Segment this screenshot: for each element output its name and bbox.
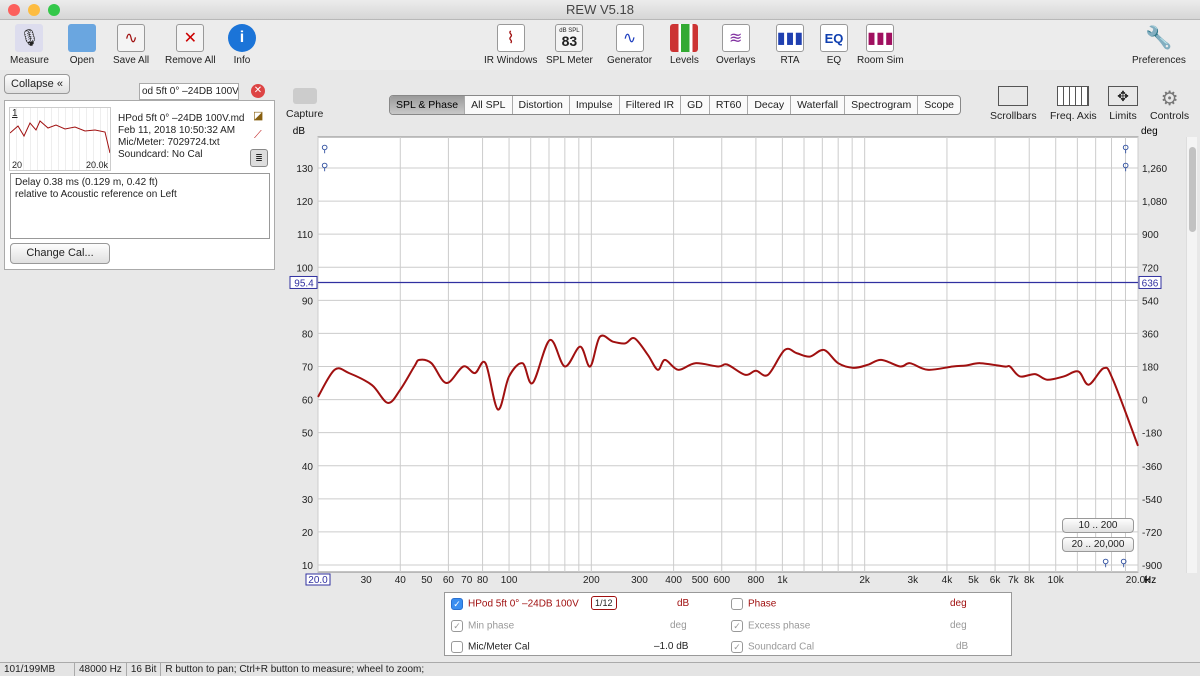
mic-cal-value: –1.0 dB xyxy=(654,641,689,652)
zoom-out-icon: ⚲ xyxy=(321,162,328,173)
trace-toggle[interactable]: ✓ HPod 5ft 0° –24DB 100V xyxy=(451,598,579,610)
smoothing-badge[interactable]: 1/12 xyxy=(591,596,617,610)
x-tick-label: 30 xyxy=(361,575,373,586)
y2-tick-label: -720 xyxy=(1142,528,1162,539)
y2-tick-label: -540 xyxy=(1142,495,1162,506)
y-axis-label: dB xyxy=(293,126,306,137)
status-bar: 101/199MB 48000 Hz 16 Bit R button to pa… xyxy=(0,662,1200,676)
y-tick-label: 50 xyxy=(302,429,314,440)
y2-tick-label: -900 xyxy=(1142,561,1162,572)
x-tick-label: 300 xyxy=(631,575,648,586)
y2-tick-label: 900 xyxy=(1142,230,1159,241)
x-tick-label: 5k xyxy=(968,575,980,586)
scrollbar-thumb[interactable] xyxy=(1189,147,1196,232)
zoom-in-icon: ⚲ xyxy=(1102,558,1109,569)
y-tick-label: 60 xyxy=(302,396,314,407)
y-tick-label: 10 xyxy=(302,561,314,572)
spl-phase-chart[interactable]: 10 -90020 -72030 -54040 -36050 -18060 070 18080… xyxy=(0,0,1200,600)
x-tick-label: 100 xyxy=(501,575,518,586)
x-tick-label: 7k xyxy=(1008,575,1020,586)
phase-label: Phase xyxy=(748,598,777,610)
y-tick-label: 80 xyxy=(302,329,314,340)
range-10-200-button[interactable]: 10 .. 200 xyxy=(1062,518,1134,533)
y2-tick-label: 1,260 xyxy=(1142,164,1167,175)
status-hint: R button to pan; Ctrl+R button to measur… xyxy=(165,664,425,675)
x-tick-label: 400 xyxy=(665,575,682,586)
trace-legend: ✓ HPod 5ft 0° –24DB 100V 1/12 dB Phase de… xyxy=(444,592,1012,656)
min-phase-label: Min phase xyxy=(468,620,515,632)
x-tick-label: 2k xyxy=(859,575,871,586)
x-tick-label: 4k xyxy=(942,575,954,586)
x-tick-label: 80 xyxy=(477,575,489,586)
y-tick-label: 70 xyxy=(302,363,314,374)
excess-phase-unit: deg xyxy=(950,620,967,631)
x-tick-label: 20.0 xyxy=(308,575,328,586)
x-tick-label: 600 xyxy=(713,575,730,586)
cursor-y-label: 95.4 xyxy=(294,278,314,289)
y2-tick-label: 540 xyxy=(1142,296,1159,307)
excess-phase-toggle[interactable]: ✓ Excess phase xyxy=(731,620,810,632)
y2-tick-label: 720 xyxy=(1142,263,1159,274)
x-tick-label: 60 xyxy=(443,575,455,586)
checkbox-unchecked[interactable] xyxy=(731,598,743,610)
y2-tick-label: 1,080 xyxy=(1142,197,1167,208)
min-phase-unit: deg xyxy=(670,620,687,631)
trace-unit: dB xyxy=(677,598,690,609)
sample-rate: 48000 Hz xyxy=(75,663,127,676)
checkbox-checked-disabled[interactable]: ✓ xyxy=(731,620,743,632)
x-tick-label: 500 xyxy=(692,575,709,586)
bit-depth: 16 Bit xyxy=(127,663,162,676)
x-tick-label: 800 xyxy=(748,575,765,586)
x-tick-label: 50 xyxy=(421,575,433,586)
checkbox-checked[interactable]: ✓ xyxy=(451,598,463,610)
phase-unit: deg xyxy=(950,598,967,609)
y-tick-label: 110 xyxy=(297,230,313,241)
checkbox-unchecked[interactable] xyxy=(451,641,463,653)
y2-axis-label: deg xyxy=(1141,126,1158,137)
zoom-in-icon: ⚲ xyxy=(321,144,328,155)
memory-usage: 101/199MB xyxy=(0,663,75,676)
x-tick-label: 6k xyxy=(990,575,1002,586)
vertical-scrollbar[interactable] xyxy=(1186,137,1197,573)
checkbox-checked-disabled[interactable]: ✓ xyxy=(731,641,743,653)
x-tick-label: 70 xyxy=(461,575,473,586)
soundcard-cal-unit: dB xyxy=(956,641,969,652)
min-phase-toggle[interactable]: ✓ Min phase xyxy=(451,620,514,632)
y-tick-label: 90 xyxy=(302,296,314,307)
mic-cal-label: Mic/Meter Cal xyxy=(468,641,530,653)
soundcard-cal-label: Soundcard Cal xyxy=(748,641,815,653)
x-tick-label: 10k xyxy=(1048,575,1065,586)
zoom-out-icon: ⚲ xyxy=(1120,558,1127,569)
cursor-y2-label: 636 xyxy=(1142,278,1159,289)
x-axis-unit: Hz xyxy=(1144,575,1156,586)
y2-tick-label: 0 xyxy=(1142,396,1148,407)
smoothing-num: 1 xyxy=(595,598,601,608)
y2-tick-label: 360 xyxy=(1142,329,1159,340)
y-tick-label: 20 xyxy=(302,528,314,539)
y-tick-label: 130 xyxy=(296,164,313,175)
x-tick-label: 3k xyxy=(908,575,920,586)
smoothing-den: 12 xyxy=(602,598,613,608)
mic-cal-toggle[interactable]: Mic/Meter Cal xyxy=(451,641,530,653)
trace-label: HPod 5ft 0° –24DB 100V xyxy=(468,598,579,610)
y2-tick-label: -180 xyxy=(1142,429,1162,440)
y-tick-label: 30 xyxy=(302,495,314,506)
x-tick-label: 8k xyxy=(1024,575,1036,586)
checkbox-checked-disabled[interactable]: ✓ xyxy=(451,620,463,632)
plot-area xyxy=(317,136,1139,573)
range-20-20000-button[interactable]: 20 .. 20,000 xyxy=(1062,537,1134,552)
x-tick-label: 200 xyxy=(583,575,600,586)
x-tick-label: 40 xyxy=(395,575,407,586)
x-tick-label: 1k xyxy=(777,575,789,586)
zoom-in-icon: ⚲ xyxy=(1122,144,1129,155)
y-tick-label: 100 xyxy=(296,263,313,274)
phase-toggle[interactable]: Phase xyxy=(731,598,776,610)
y2-tick-label: 180 xyxy=(1142,363,1159,374)
soundcard-cal-toggle[interactable]: ✓ Soundcard Cal xyxy=(731,641,814,653)
zoom-out-icon: ⚲ xyxy=(1122,162,1129,173)
excess-phase-label: Excess phase xyxy=(748,620,811,632)
y-tick-label: 40 xyxy=(302,462,314,473)
y-tick-label: 120 xyxy=(296,197,313,208)
y2-tick-label: -360 xyxy=(1142,462,1162,473)
